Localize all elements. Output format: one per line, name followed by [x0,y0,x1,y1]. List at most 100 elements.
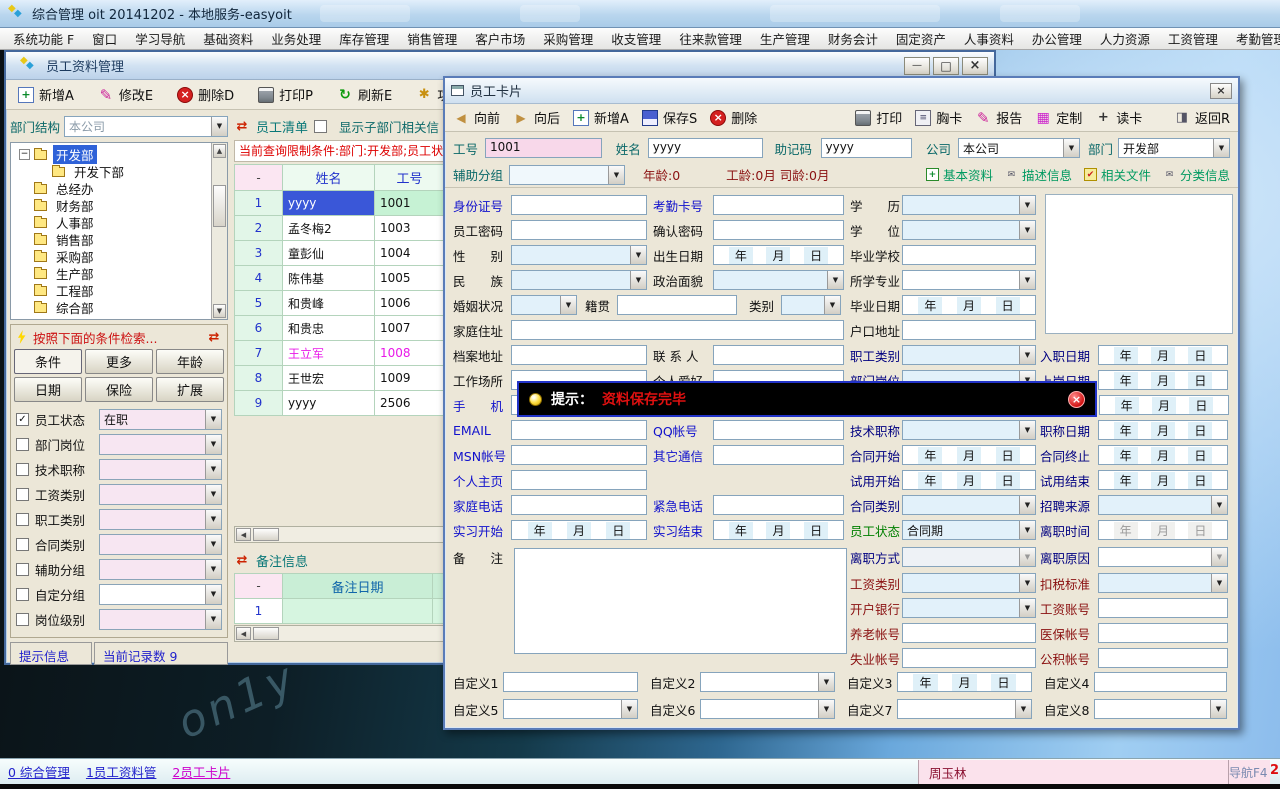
education-combo[interactable] [902,195,1036,215]
menu-item[interactable]: 收支管理 [602,29,670,48]
menu-item[interactable]: 系统功能 F [4,29,83,48]
chevron-down-icon[interactable] [1019,496,1035,514]
chevron-down-icon[interactable] [205,460,221,479]
custom7-combo[interactable] [897,699,1032,719]
menu-item[interactable]: 生产管理 [751,29,819,48]
emp-status-combo[interactable]: 合同期 [902,520,1036,540]
politics-combo[interactable] [713,270,844,290]
chevron-down-icon[interactable] [1210,700,1226,718]
tech-title-combo[interactable] [902,420,1036,440]
chevron-down-icon[interactable] [1211,496,1227,514]
window-tab-link[interactable]: 2员工卡片 [172,762,230,781]
bank-combo[interactable] [902,598,1036,618]
chevron-down-icon[interactable] [1015,700,1031,718]
email-field[interactable] [511,420,647,440]
scroll-down-icon[interactable]: ▼ [213,304,226,318]
filter-combo[interactable] [99,584,222,605]
filter-tab-button[interactable]: 保险 [85,377,153,402]
id-card-field[interactable] [511,195,647,215]
contact-field[interactable] [713,345,844,365]
chevron-down-icon[interactable] [205,535,221,554]
homepage-field[interactable] [511,470,647,490]
tree-item[interactable]: 采购部 [19,248,227,265]
chevron-down-icon[interactable] [1019,421,1035,439]
checkbox[interactable] [16,488,29,501]
filter-combo[interactable] [99,434,222,455]
company-combo[interactable]: 本公司 [64,116,228,137]
chevron-down-icon[interactable] [205,410,221,429]
file-addr-field[interactable] [511,345,647,365]
employee-name[interactable]: yyyy [283,391,375,416]
msn-field[interactable] [511,445,647,465]
chevron-down-icon[interactable] [1019,599,1035,617]
filter-combo[interactable]: 在职 [99,409,222,430]
major-combo[interactable] [902,270,1036,290]
maximize-button[interactable] [933,57,959,75]
employee-name[interactable]: 和贵峰 [283,291,375,316]
empno-field[interactable]: 1001 [485,138,602,158]
employee-id[interactable]: 1004 [375,241,445,266]
contract-type-combo[interactable] [902,495,1036,515]
employee-name[interactable]: yyyy [283,191,375,216]
employee-id[interactable]: 1003 [375,216,445,241]
tree-item[interactable]: 开发下部 [37,163,227,180]
custom8-combo[interactable] [1094,699,1227,719]
employee-id[interactable]: 2506 [375,391,445,416]
toolbar-button[interactable]: 打印P [258,85,313,104]
confirm-pwd-field[interactable] [713,220,844,240]
trial-end-date-input[interactable]: 年月日 [1098,470,1228,490]
chevron-down-icon[interactable] [205,435,221,454]
gender-combo[interactable] [511,245,647,265]
menu-item[interactable]: 采购管理 [534,29,602,48]
chevron-down-icon[interactable] [205,610,221,629]
degree-combo[interactable] [902,220,1036,240]
window-tab-link[interactable]: 0 综合管理 [8,762,70,781]
grad-date-input[interactable]: 年月日 [902,295,1036,315]
menu-item[interactable]: 办公管理 [1023,29,1091,48]
tree-item[interactable]: 人事部 [19,214,227,231]
filter-tab-button[interactable]: 条件 [14,349,82,374]
chevron-down-icon[interactable] [827,271,843,289]
nation-combo[interactable] [511,270,647,290]
employee-name[interactable]: 王世宏 [283,366,375,391]
home-phone-field[interactable] [511,495,647,515]
intern-end-date-input[interactable]: 年月日 [713,520,844,540]
tree-item[interactable]: 综合部 [19,299,227,316]
checkbox[interactable] [16,538,29,551]
chevron-down-icon[interactable] [818,700,834,718]
menu-item[interactable]: 考勤管理 [1227,29,1280,48]
name-field[interactable]: yyyy [648,138,763,158]
unemploy-acct-field[interactable] [902,648,1036,668]
toolbar-button[interactable]: 删除 [710,108,757,127]
chevron-down-icon[interactable] [1019,521,1035,539]
category-combo[interactable] [781,295,841,315]
nav-shortcut[interactable]: 导航F4 [1228,760,1270,784]
custom4-field[interactable] [1094,672,1227,692]
tab[interactable]: 基本资料 [926,165,993,184]
tree-item[interactable]: 财务部 [19,197,227,214]
notification-close-icon[interactable] [1068,391,1085,408]
employee-id[interactable]: 1001 [375,191,445,216]
scroll-left-icon[interactable]: ◀ [236,627,251,640]
custom5-combo[interactable] [503,699,638,719]
tree-item[interactable]: 生产部 [19,265,227,282]
minimize-button[interactable] [904,57,930,75]
aux-group-combo[interactable] [509,165,625,185]
chevron-down-icon[interactable] [1063,139,1079,157]
menu-item[interactable]: 客户市场 [466,29,534,48]
scroll-left-icon[interactable]: ◀ [236,528,251,541]
trial-start-date-input[interactable]: 年月日 [902,470,1036,490]
menu-item[interactable]: 人事资料 [955,29,1023,48]
toolbar-button[interactable]: 修改E [98,85,153,104]
marital-combo[interactable] [511,295,577,315]
filter-combo[interactable] [99,484,222,505]
chevron-down-icon[interactable] [1213,139,1229,157]
toolbar-button[interactable]: 读卡 [1095,108,1142,127]
return-button[interactable]: 返回R [1174,108,1230,127]
filter-combo[interactable] [99,459,222,480]
home-addr-field[interactable] [511,320,844,340]
tax-std-combo[interactable] [1098,573,1228,593]
filter-tab-button[interactable]: 更多 [85,349,153,374]
scroll-up-icon[interactable]: ▲ [213,144,226,158]
col-name[interactable]: 姓名 [283,165,375,191]
